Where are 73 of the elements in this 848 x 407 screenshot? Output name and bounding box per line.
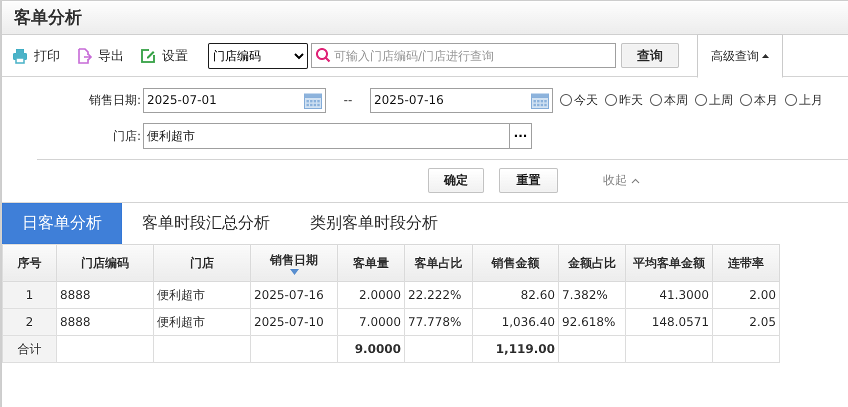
table-cell: 便利超市 — [154, 309, 251, 336]
date-label: 销售日期: — [88, 92, 142, 108]
print-button[interactable]: 打印 — [12, 46, 60, 64]
table-cell: 82.60 — [473, 282, 559, 309]
caret-icon — [762, 54, 769, 58]
edit-icon — [140, 48, 156, 64]
store-field[interactable]: 便利超市 ··· — [143, 123, 532, 149]
search-button[interactable]: 查询 — [621, 43, 679, 68]
radio-icon[interactable] — [740, 94, 752, 106]
radio-icon[interactable] — [650, 94, 662, 106]
range-option[interactable]: 本月 — [740, 92, 778, 108]
field-select[interactable]: 门店编码 — [208, 42, 308, 68]
column-header: 序号 — [3, 244, 57, 282]
radio-icon[interactable] — [695, 94, 707, 106]
table-cell: 148.0571 — [626, 309, 713, 336]
table-cell: 7.382% — [559, 282, 626, 309]
settings-button[interactable]: 设置 — [140, 46, 188, 64]
store-label: 门店: — [112, 128, 142, 144]
chevron-icon — [631, 178, 640, 184]
collapse-link[interactable]: 收起 — [603, 172, 640, 189]
radio-icon[interactable] — [785, 94, 797, 106]
table-cell: 2.05 — [713, 309, 780, 336]
table-cell: 2025-07-10 — [251, 309, 338, 336]
table-cell: 77.778% — [405, 309, 473, 336]
range-option[interactable]: 本周 — [650, 92, 688, 108]
row-number: 2 — [3, 309, 57, 336]
table-cell: 8888 — [57, 282, 154, 309]
date-separator: -- — [342, 93, 354, 107]
reset-button[interactable]: 重置 — [499, 168, 558, 193]
column-header[interactable]: 销售日期 — [251, 244, 338, 282]
confirm-button[interactable]: 确定 — [428, 168, 484, 193]
table-cell — [405, 336, 473, 363]
date-field[interactable]: 2025-07-01 — [143, 88, 326, 112]
total-label: 合计 — [3, 336, 57, 363]
table-cell: 41.3000 — [626, 282, 713, 309]
total-cell: 1,119.00 — [473, 336, 559, 363]
range-option[interactable]: 上月 — [785, 92, 823, 108]
row-number: 1 — [3, 282, 57, 309]
page-title: 客单分析 — [14, 7, 82, 29]
radio-icon[interactable] — [605, 94, 617, 106]
total-cell: 9.0000 — [338, 336, 405, 363]
export-button[interactable]: 导出 — [76, 46, 124, 64]
column-header: 客单量 — [338, 244, 405, 282]
search-field[interactable]: 可输入门店编码/门店进行查询 — [311, 43, 616, 68]
table-cell: 2.00 — [713, 282, 780, 309]
tab[interactable]: 日客单分析 — [2, 203, 122, 244]
table-cell: 22.222% — [405, 282, 473, 309]
table-cell: 2025-07-16 — [251, 282, 338, 309]
column-header: 门店编码 — [57, 244, 154, 282]
column-header: 客单占比 — [405, 244, 473, 282]
advanced-search-tab[interactable]: 高级查询 — [697, 34, 783, 78]
table-cell: 1,036.40 — [473, 309, 559, 336]
table-cell: 92.618% — [559, 309, 626, 336]
column-header: 门店 — [154, 244, 251, 282]
range-option[interactable]: 上周 — [695, 92, 733, 108]
search-icon — [315, 47, 331, 63]
printer-icon — [12, 48, 28, 64]
table-cell: 8888 — [57, 309, 154, 336]
table-cell: 7.0000 — [338, 309, 405, 336]
sort-icon — [290, 268, 298, 274]
column-header: 平均客单金额 — [626, 244, 713, 282]
export-file-icon — [76, 48, 92, 64]
range-option[interactable]: 今天 — [560, 92, 598, 108]
table-cell — [713, 336, 780, 363]
table-cell — [559, 336, 626, 363]
table-cell: 2.0000 — [338, 282, 405, 309]
radio-icon[interactable] — [560, 94, 572, 106]
column-header: 金额占比 — [559, 244, 626, 282]
column-header: 连带率 — [713, 244, 780, 282]
date-field[interactable]: 2025-07-16 — [370, 88, 553, 112]
column-header: 销售金额 — [473, 244, 559, 282]
table-cell: 便利超市 — [154, 282, 251, 309]
range-option[interactable]: 昨天 — [605, 92, 643, 108]
